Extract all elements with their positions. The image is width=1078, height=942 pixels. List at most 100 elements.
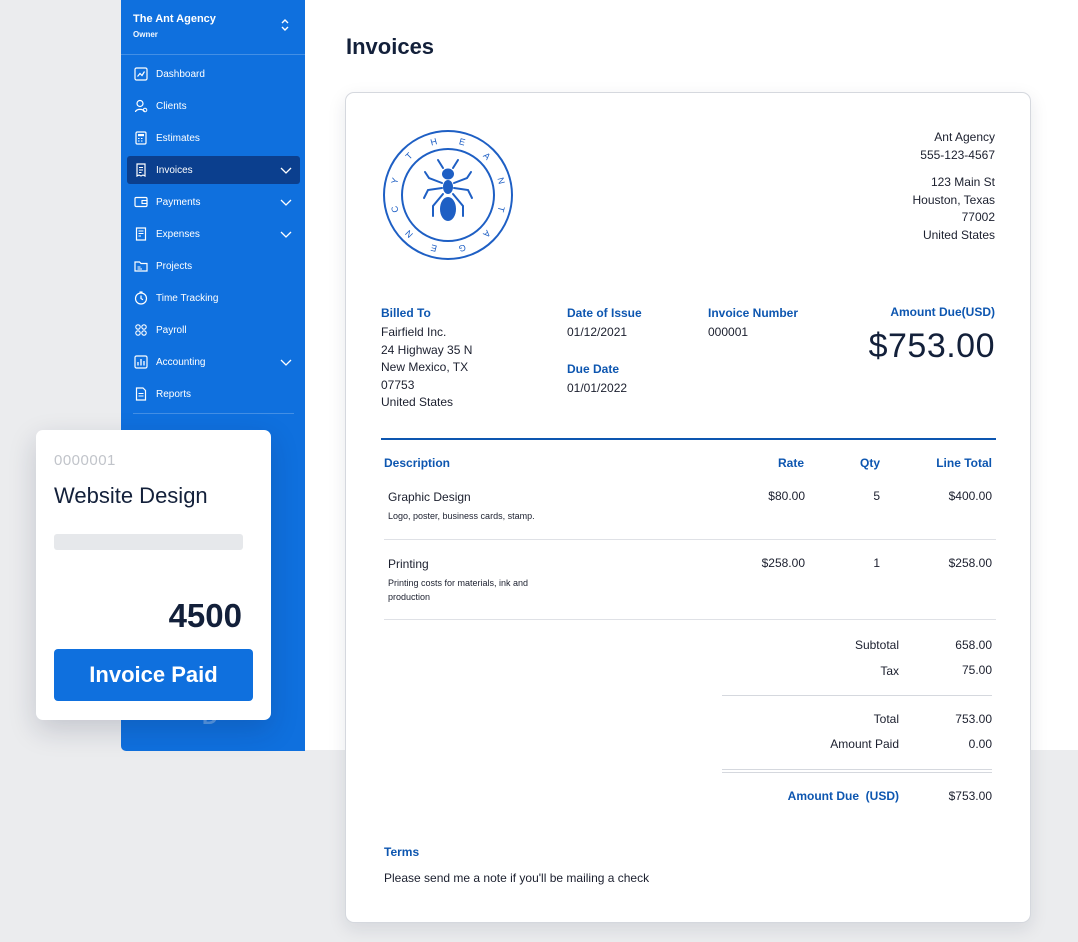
billed-to-block: Billed To Fairfield Inc. 24 Highway 35 N… (381, 306, 472, 412)
logo-letter: T (404, 150, 415, 161)
amount-due-value: $753.00 (868, 327, 995, 365)
chevron-down-icon[interactable] (280, 197, 292, 207)
line-item-description: Graphic Design Logo, poster, business ca… (388, 489, 535, 523)
amount-paid-value: 0.00 (968, 737, 992, 751)
line-item-name: Graphic Design (388, 490, 471, 504)
sidebar-item-projects[interactable]: Projects (127, 252, 300, 280)
total-label: Total (873, 712, 899, 726)
clients-icon (134, 99, 148, 113)
amount-due-summary-value: $753.00 (948, 789, 992, 803)
accounting-icon (134, 355, 148, 369)
sidebar-item-time-tracking[interactable]: Time Tracking (127, 284, 300, 312)
chevron-up-down-icon (281, 19, 289, 31)
date-of-issue-value: 01/12/2021 (567, 325, 628, 339)
company-street: 123 Main St (930, 175, 995, 189)
billed-to-zip: 07753 (381, 377, 415, 392)
invoice-paid-button[interactable]: Invoice Paid (54, 649, 253, 701)
sidebar-item-dashboard[interactable]: Dashboard (127, 60, 300, 88)
terms-label: Terms (384, 845, 420, 859)
projects-icon (134, 259, 148, 273)
logo-letter: E (458, 136, 466, 147)
sidebar-item-reports[interactable]: Reports (127, 380, 300, 408)
column-qty: Qty (859, 456, 880, 470)
summary-divider (722, 772, 992, 773)
logo-letter: C (389, 204, 400, 213)
page-title: Invoices (346, 34, 435, 59)
card-title: Website Design (54, 483, 208, 508)
sidebar-item-label: Clients (156, 100, 187, 112)
total-value: 753.00 (955, 712, 992, 726)
invoice-number-value: 000001 (708, 325, 749, 339)
logo-letter: T (495, 205, 506, 213)
sidebar-item-label: Time Tracking (156, 292, 219, 304)
invoice-number-label: Invoice Number (708, 306, 799, 320)
section-divider (381, 438, 996, 440)
date-of-issue-label: Date of Issue (567, 306, 642, 320)
tax-value: 75.00 (961, 663, 992, 677)
invoice-summary-card: 0000001 Website Design 4500 Invoice Paid (36, 430, 271, 720)
line-item-note-cont: production (388, 592, 431, 602)
column-description: Description (384, 456, 451, 470)
sidebar-item-payments[interactable]: Payments (127, 188, 300, 216)
logo-letter: Y (389, 177, 400, 185)
sidebar-item-label: Expenses (156, 228, 200, 240)
due-date-label: Due Date (567, 361, 620, 376)
sidebar-item-label: Projects (156, 260, 193, 272)
line-item-note: Logo, poster, business cards, stamp. (388, 510, 535, 521)
line-item-note: Printing costs for materials, ink and (388, 577, 529, 588)
invoice-number-block: Invoice Number 000001 (708, 306, 798, 342)
summary-divider (722, 769, 992, 770)
estimates-icon (134, 131, 148, 145)
due-date-value: 01/01/2022 (567, 380, 628, 395)
logo-letter: G (458, 242, 467, 253)
sidebar-item-estimates[interactable]: Estimates (127, 124, 300, 152)
sidebar-item-label: Reports (156, 388, 192, 400)
sidebar-item-expenses[interactable]: Expenses (127, 220, 300, 248)
sidebar-item-label: Payments (156, 196, 201, 208)
time-tracking-icon (134, 291, 148, 305)
sidebar-item-label: Payroll (156, 324, 187, 336)
billed-to-address: 24 Highway 35 N (381, 342, 473, 357)
sidebar-item-payroll[interactable]: Payroll (127, 316, 300, 344)
terms-text: Please send me a note if you'll be maili… (384, 871, 650, 885)
logo-letter: A (481, 228, 492, 239)
amount-due-label: Amount Due(USD) (890, 305, 995, 319)
logo-letter: E (430, 242, 438, 253)
logo-letter: N (495, 176, 506, 185)
row-divider (384, 539, 996, 540)
subtotal-value: 658.00 (955, 638, 992, 652)
billed-to-city: New Mexico, TX (381, 360, 469, 374)
sidebar-item-label: Estimates (156, 132, 200, 144)
reports-icon (134, 387, 148, 401)
line-item-total: $400.00 (948, 489, 992, 503)
company-country: United States (922, 227, 995, 242)
chevron-down-icon[interactable] (280, 165, 292, 175)
sidebar-item-accounting[interactable]: Accounting (127, 348, 300, 376)
line-item-rate: $80.00 (768, 489, 805, 503)
workspace-switcher[interactable]: The Ant Agency Owner (121, 0, 305, 55)
sidebar-item-invoices[interactable]: Invoices (127, 156, 300, 184)
chevron-down-icon[interactable] (280, 229, 292, 239)
expenses-icon (134, 227, 148, 241)
row-divider (384, 619, 996, 620)
dashboard-icon (134, 67, 148, 81)
line-item-qty: 5 (873, 489, 880, 503)
tax-label: Tax (880, 664, 899, 678)
line-item-description: Printing Printing costs for materials, i… (388, 556, 528, 605)
subtotal-label: Subtotal (854, 638, 899, 652)
company-zip: 77002 (961, 210, 995, 224)
sidebar-divider (133, 413, 294, 414)
amount-paid-label: Amount Paid (830, 737, 899, 751)
sidebar-item-label: Dashboard (156, 68, 205, 80)
chevron-down-icon[interactable] (280, 357, 292, 367)
line-item-qty: 1 (873, 556, 880, 570)
summary-divider (722, 695, 992, 696)
billed-to-country: United States (381, 395, 454, 409)
sidebar-item-clients[interactable]: Clients (127, 92, 300, 120)
logo-letter: N (403, 228, 415, 240)
logo-letter: A (481, 150, 492, 161)
amount-due-summary-label: Amount Due (USD) (787, 789, 899, 803)
logo-letter: H (429, 136, 438, 147)
line-item-rate: $258.00 (761, 556, 805, 570)
invoices-icon (134, 163, 148, 177)
